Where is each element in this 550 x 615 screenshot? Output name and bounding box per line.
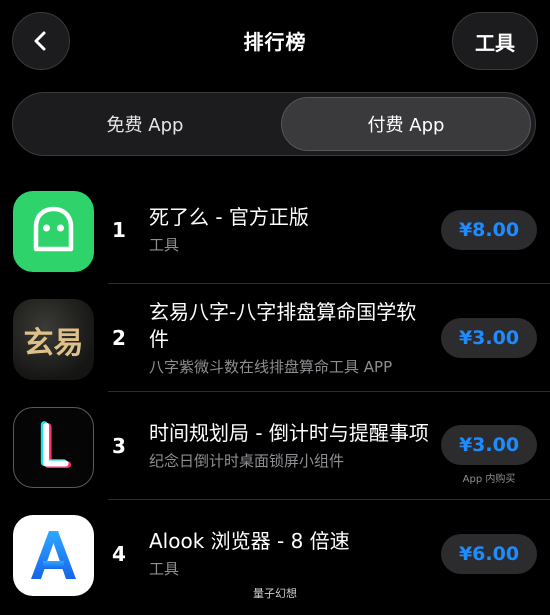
app-name: 时间规划局 - 倒计时与提醒事项 xyxy=(149,421,429,445)
price-button[interactable]: ¥3.00 xyxy=(441,318,537,358)
price-button[interactable]: ¥8.00 xyxy=(441,210,537,250)
app-subtitle: 八字紫微斗数在线排盘算命工具 APP xyxy=(149,357,393,376)
price-button[interactable]: ¥6.00 xyxy=(441,534,537,574)
rank-number: 3 xyxy=(112,434,126,458)
price-button[interactable]: ¥3.00 xyxy=(441,425,537,465)
app-icon[interactable]: 玄易 xyxy=(13,299,94,380)
app-list: 1 死了么 - 官方正版 工具 ¥8.00 玄易 2 玄易八字-八字排盘算命国学… xyxy=(0,176,550,608)
app-subtitle: 工具 xyxy=(149,560,180,578)
alook-a-icon xyxy=(31,531,76,579)
rank-number: 2 xyxy=(112,326,126,350)
list-item[interactable]: 1 死了么 - 官方正版 工具 ¥8.00 xyxy=(0,176,550,284)
app-subtitle: 纪念日倒计时桌面锁屏小组件 xyxy=(149,452,345,470)
app-subtitle: 工具 xyxy=(149,236,180,254)
list-item[interactable]: 玄易 2 玄易八字-八字排盘算命国学软件 八字紫微斗数在线排盘算命工具 APP … xyxy=(0,284,550,392)
clock-hands-icon xyxy=(40,421,72,468)
app-name: Alook 浏览器 - 8 倍速 xyxy=(149,529,350,553)
app-icon[interactable] xyxy=(13,407,94,488)
in-app-purchase-label: App 内购买 xyxy=(462,474,516,485)
tab-paid-apps[interactable]: 付费 App xyxy=(281,97,531,151)
xuanyi-logo: 玄易 xyxy=(23,325,84,361)
segmented-control: 免费 App 付费 App xyxy=(12,92,536,156)
app-icon[interactable] xyxy=(13,515,94,596)
ghost-icon xyxy=(33,206,74,252)
watermark: 量子幻想 xyxy=(253,587,297,600)
tools-button[interactable]: 工具 xyxy=(452,12,538,70)
app-name: 死了么 - 官方正版 xyxy=(149,205,309,229)
list-item[interactable]: 3 时间规划局 - 倒计时与提醒事项 纪念日倒计时桌面锁屏小组件 ¥3.00 A… xyxy=(0,392,550,500)
nav-header: 排行榜 工具 xyxy=(0,0,550,80)
app-name: 玄易八字-八字排盘算命国学软件 xyxy=(149,299,417,351)
app-icon[interactable] xyxy=(13,191,94,272)
rank-number: 1 xyxy=(112,218,126,242)
tab-free-apps[interactable]: 免费 App xyxy=(17,97,273,151)
